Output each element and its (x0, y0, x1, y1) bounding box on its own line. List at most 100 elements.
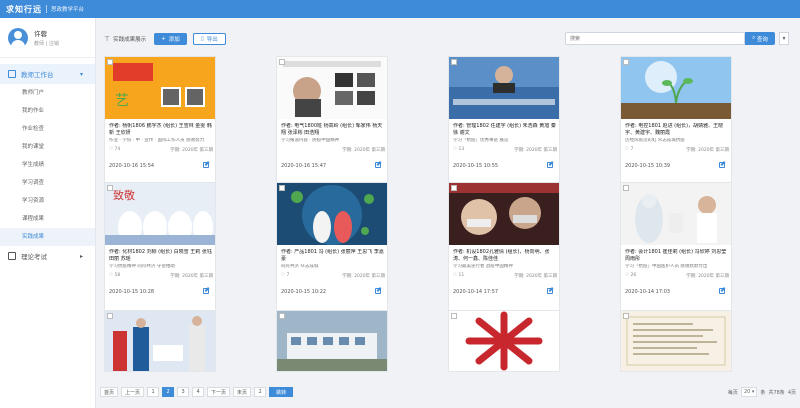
card-title: 作者: 电控1801 赵进 (组长)，胡婧雅、王晓宇、黄建宇、魏丽霞 (625, 123, 724, 136)
card[interactable]: 作者: 电气1800班 杨高岭 (组长) 邹家伟 杨天翔 张泽彬 田浩翔 学习报… (276, 56, 388, 192)
card-thumbnail[interactable] (449, 183, 559, 245)
avatar[interactable] (8, 27, 28, 48)
sidebar-group-exam[interactable]: 理论考试 ▸ (0, 246, 95, 266)
card-checkbox[interactable] (623, 185, 629, 191)
sidebar-item[interactable]: 作业检查 (0, 120, 95, 138)
edit-icon[interactable] (719, 162, 725, 168)
card[interactable]: 艺 作者: 杨帆1806 鹏宇杰 (组长) 王雪林 金雯 韩新 王欣妍 作业 ·… (104, 56, 216, 192)
card-checkbox[interactable] (623, 59, 629, 65)
edit-icon[interactable] (375, 288, 381, 294)
sidebar-item[interactable]: 学生成绩 (0, 156, 95, 174)
card-desc: 学习报道内容 · 防疫中国精神 (281, 138, 340, 143)
search-button[interactable]: ⌕ 查询 (745, 32, 775, 45)
card-checkbox[interactable] (107, 313, 113, 319)
card[interactable]: 作者: 管理1802 任建宇 (组长) 朱浩森 黄旭 秦 徐 谢文 学习「抗疫」… (448, 56, 560, 192)
card[interactable] (620, 310, 732, 372)
card-term: 学期: 2020年 第三期 (686, 148, 729, 153)
card-thumbnail[interactable] (105, 311, 215, 371)
card-term: 学期: 2020年 第三期 (170, 148, 213, 153)
user-role[interactable]: 教师 | 注销 (34, 40, 59, 47)
sidebar-item[interactable]: 教师门户 (0, 84, 95, 102)
card[interactable] (276, 310, 388, 372)
card-thumbnail[interactable] (277, 183, 387, 245)
card-title: 作者: 电气1800班 杨高岭 (组长) 邹家伟 杨天翔 张泽彬 田浩翔 (281, 123, 383, 136)
add-button[interactable]: + 添加 (154, 33, 187, 45)
total-count: 共78条 (768, 389, 785, 396)
card-checkbox[interactable] (451, 59, 457, 65)
exam-icon (8, 252, 16, 260)
card-checkbox[interactable] (451, 313, 457, 319)
card-thumbnail[interactable] (449, 57, 559, 119)
card-thumbnail[interactable]: 艺 (105, 57, 215, 119)
edit-icon[interactable] (547, 162, 553, 168)
edit-icon[interactable] (203, 162, 209, 168)
card-desc: 同舟共济 众志成城 (281, 264, 319, 269)
page-number-current[interactable]: 2 (162, 387, 175, 397)
card-checkbox[interactable] (107, 185, 113, 191)
page-number[interactable]: 1 (147, 387, 160, 397)
card-title: 作者: 管理1802 任建宇 (组长) 朱浩森 黄旭 秦 徐 谢文 (453, 123, 556, 136)
card-thumbnail[interactable] (621, 57, 731, 119)
edit-icon[interactable] (719, 288, 725, 294)
card[interactable]: 作者: 会计1801 崔佳莉 (组长) 冯欣婷 刘思莹 周雨彤 学习「抗疫」中国… (620, 182, 732, 318)
card-checkbox[interactable] (623, 313, 629, 319)
card-desc: 作业 · 学院 · 中 · 宣传 · 国际工作人员 感谢努力 (109, 138, 205, 143)
card[interactable]: 作者: 机设1802孔雅倩 (组长)，杨向明、张涛、何一鑫、陈佳佳 学习最美逆行… (448, 182, 560, 318)
card-thumbnail[interactable] (621, 183, 731, 245)
card-desc: 历经风雨见彩虹 众志成城抗疫 (625, 138, 685, 143)
prev-page-button[interactable]: 上一页 (121, 387, 145, 397)
total-pages: 4页 (787, 389, 796, 396)
sidebar-item-active[interactable]: 实践成果 (0, 228, 95, 246)
card[interactable]: 作者: 电控1801 赵进 (组长)，胡婧雅、王晓宇、黄建宇、魏丽霞 历经风雨见… (620, 56, 732, 192)
workbench-icon (8, 70, 16, 78)
card-term: 学期: 2020年 第三期 (342, 274, 385, 279)
card-checkbox[interactable] (279, 59, 285, 65)
card-checkbox[interactable] (451, 185, 457, 191)
next-page-button[interactable]: 下一页 (207, 387, 231, 397)
edit-icon[interactable] (547, 288, 553, 294)
card-thumbnail[interactable]: 致敬 (105, 183, 215, 245)
sidebar-item[interactable]: 学习调查 (0, 174, 95, 192)
jump-page-input[interactable]: 2 (254, 387, 267, 397)
card-checkbox[interactable] (279, 313, 285, 319)
jump-button[interactable]: 跳转 (269, 387, 294, 397)
card-term: 学期: 2020年 第三期 (686, 274, 729, 279)
card-title: 作者: 产品1801 冯 (组长) 张丽萍 王思飞 李嘉豪 (281, 249, 384, 262)
search-icon: ⌕ (752, 35, 756, 41)
app-subtitle: 思政教学平台 (51, 7, 85, 13)
last-page-button[interactable]: 末页 (233, 387, 252, 397)
card-thumbnail[interactable] (621, 311, 731, 371)
edit-icon[interactable] (203, 288, 209, 294)
card[interactable]: 致敬 作者: 化材1802 刘颖 (组长) 白晓雪 王莉 张钰 田丽 苏瑶 学习… (104, 182, 216, 318)
page-number[interactable]: 4 (192, 387, 205, 397)
card-date: 2020-10-15 10:22 (281, 289, 327, 295)
first-page-button[interactable]: 首页 (100, 387, 119, 397)
card-thumbnail[interactable] (277, 311, 387, 371)
like-count: ♡ 7 (281, 273, 290, 278)
user-panel: 许蓉 教师 | 注销 (0, 18, 95, 58)
card-thumbnail[interactable] (277, 57, 387, 119)
page-number[interactable]: 3 (177, 387, 190, 397)
card[interactable]: 作者: 产品1801 冯 (组长) 张丽萍 王思飞 李嘉豪 同舟共济 众志成城 … (276, 182, 388, 318)
card-checkbox[interactable] (279, 185, 285, 191)
sidebar-group-teacher[interactable]: 教师工作台 ▾ (0, 64, 95, 84)
sidebar-item[interactable]: 学习资源 (0, 192, 95, 210)
sidebar-item[interactable]: 我的作业 (0, 102, 95, 120)
card[interactable] (104, 310, 216, 372)
sidebar-item[interactable]: 课程成果 (0, 210, 95, 228)
more-options-button[interactable]: ▾ (779, 32, 789, 45)
export-button[interactable]: ▯ 导出 (192, 33, 226, 45)
search-input[interactable] (565, 32, 745, 45)
card-date: 2020-10-14 17:03 (625, 289, 671, 295)
card-thumbnail[interactable] (449, 311, 559, 371)
app-logo[interactable]: 求知行远 (6, 4, 42, 15)
card-term: 学期: 2020年 第三期 (342, 148, 385, 153)
edit-icon[interactable] (375, 162, 381, 168)
svg-text:艺: 艺 (115, 93, 129, 109)
card-checkbox[interactable] (107, 59, 113, 65)
page-size-label: 每页 (727, 389, 738, 396)
card-desc: 学习最美逆行者 战疫中国精神 (453, 264, 513, 269)
card[interactable] (448, 310, 560, 372)
page-size-select[interactable]: 20 ▾ (740, 387, 758, 397)
sidebar-item[interactable]: 我的课堂 (0, 138, 95, 156)
